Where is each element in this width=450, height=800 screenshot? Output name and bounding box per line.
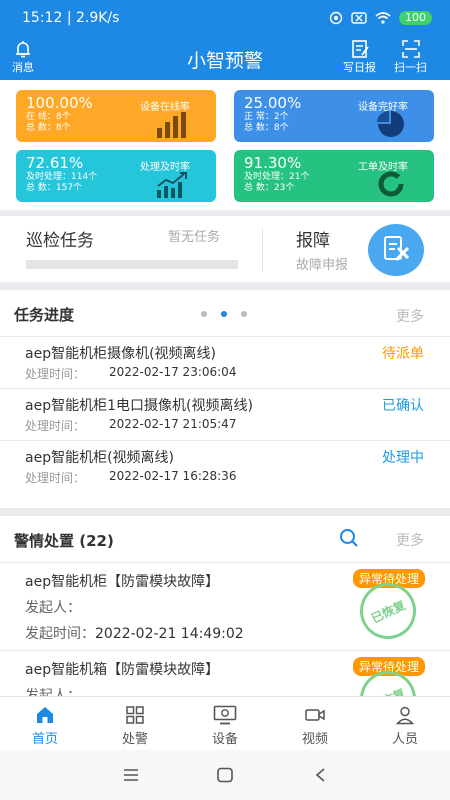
trend-chart-icon (157, 172, 187, 198)
carousel-dot[interactable] (241, 311, 247, 317)
stat-caption: 处理及时率 (140, 162, 190, 173)
inspection-progress-bar (26, 260, 238, 269)
alarm-initiator: 发起人： (25, 688, 81, 696)
stat-caption: 设备在线率 (140, 102, 190, 113)
status-speed: 2.9K/s (75, 10, 120, 26)
scan-label: 扫一扫 (394, 61, 427, 74)
stat-card-workorder[interactable]: 91.30% 工单及时率 及时处理：21个 总 数：23个 (234, 150, 434, 202)
task-row[interactable]: aep智能机柜(视频离线) 处理时间： 2022-02-17 16:28:36 … (0, 440, 450, 492)
donut-chart-icon (378, 171, 404, 197)
task-time-label: 处理时间： (25, 419, 86, 433)
alarm-time-label: 发起时间： (25, 626, 95, 642)
alarm-name: aep智能机箱【防雷模块故障】 (25, 662, 220, 678)
section-title: 警情处置 (22) (14, 532, 114, 550)
task-time: 2022-02-17 23:06:04 (109, 365, 237, 379)
task-row[interactable]: aep智能机柜1电口摄像机(视频离线) 处理时间： 2022-02-17 21:… (0, 388, 450, 440)
app-header: 消息 小智预警 写日报 扫一扫 (0, 36, 450, 80)
more-link[interactable]: 更多 (396, 306, 424, 326)
grid-icon (126, 706, 144, 724)
daily-report-label: 写日报 (343, 61, 376, 74)
sim-off-icon (351, 12, 367, 24)
page-title: 小智预警 (186, 50, 263, 72)
alarm-section: 警情处置 (22) 更多 aep智能机柜【防雷模块故障】 发起人： 发起时间：2… (0, 516, 450, 696)
carousel-dot[interactable] (201, 311, 207, 317)
hotspot-icon (329, 11, 343, 25)
tab-alarm[interactable]: 处警 (90, 697, 180, 750)
stat-card-online[interactable]: 100.00% 设备在线率 在 线：8个 总 数：8个 (16, 90, 216, 142)
task-time-label: 处理时间： (25, 367, 86, 381)
stats-panel: 100.00% 设备在线率 在 线：8个 总 数：8个 25.00% 设备完好率… (0, 80, 450, 210)
task-time-label: 处理时间： (25, 471, 86, 485)
alarm-item[interactable]: aep智能机柜【防雷模块故障】 发起人： 发起时间：2022-02-21 14:… (0, 562, 450, 650)
tab-label: 人员 (391, 732, 418, 747)
monitor-icon (213, 705, 237, 725)
tab-personnel[interactable]: 人员 (360, 697, 450, 750)
person-icon (395, 706, 415, 725)
report-title: 报障 (296, 231, 330, 251)
bottom-tab-bar: 首页 处警 设备 视频 人员 (0, 696, 450, 750)
menu-icon[interactable] (122, 767, 140, 783)
task-status: 待派单 (382, 346, 424, 362)
status-bar: 15:12 | 2.9K/s 100 (0, 0, 450, 36)
search-icon[interactable] (338, 527, 360, 549)
bar-chart-icon (157, 112, 186, 138)
task-name: aep智能机柜(视频离线) (25, 450, 175, 466)
scan-icon (401, 40, 420, 58)
scan-button[interactable]: 扫一扫 (394, 38, 427, 74)
tab-label: 视频 (301, 732, 328, 747)
report-button[interactable] (368, 224, 424, 276)
task-time: 2022-02-17 21:05:47 (109, 417, 237, 431)
alarm-name: aep智能机柜【防雷模块故障】 (25, 574, 220, 590)
back-icon[interactable] (312, 767, 330, 783)
pie-chart-icon (377, 110, 404, 137)
alarm-time: 2022-02-21 14:49:02 (95, 626, 244, 642)
task-time: 2022-02-17 16:28:36 (109, 469, 237, 483)
quick-entry-panel: 巡检任务 暂无任务 报障 故障申报 (0, 216, 450, 282)
stat-card-health[interactable]: 25.00% 设备完好率 正 常：2个 总 数：8个 (234, 90, 434, 142)
report-subtitle: 故障申报 (296, 258, 349, 273)
section-title: 任务进度 (14, 306, 75, 324)
status-time: 15:12 (22, 10, 63, 26)
tab-label: 设备 (211, 732, 238, 747)
wifi-icon (375, 12, 391, 24)
task-progress-section: 任务进度 更多 aep智能机柜摄像机(视频离线) 处理时间： 2022-02-1… (0, 290, 450, 508)
tab-video[interactable]: 视频 (270, 697, 360, 750)
alarm-initiator: 发起人： (25, 600, 81, 616)
home-nav-icon[interactable] (216, 767, 234, 783)
alarm-item[interactable]: aep智能机箱【防雷模块故障】 发起人： 异常待处理 已恢复 (0, 650, 450, 696)
camera-icon (305, 709, 325, 721)
task-row[interactable]: aep智能机柜摄像机(视频离线) 处理时间： 2022-02-17 23:06:… (0, 336, 450, 388)
task-status: 已确认 (382, 398, 424, 414)
battery-indicator: 100 (399, 11, 432, 25)
edit-report-icon (351, 40, 369, 58)
carousel-dot-active[interactable] (221, 311, 227, 317)
daily-report-button[interactable]: 写日报 (343, 38, 376, 74)
system-nav-bar (0, 750, 450, 800)
report-tools-icon (384, 236, 410, 262)
tab-label: 首页 (31, 732, 58, 747)
tab-home[interactable]: 首页 (0, 697, 90, 750)
task-name: aep智能机柜摄像机(视频离线) (25, 346, 217, 362)
more-link[interactable]: 更多 (396, 530, 424, 550)
tab-devices[interactable]: 设备 (180, 697, 270, 750)
inspection-title: 巡检任务 (26, 231, 94, 251)
stat-card-processing[interactable]: 72.61% 处理及时率 及时处理：114个 总 数：157个 (16, 150, 216, 202)
home-icon (37, 707, 53, 723)
inspection-subtitle: 暂无任务 (168, 230, 221, 245)
tab-label: 处警 (121, 732, 148, 747)
task-status: 处理中 (382, 450, 424, 466)
task-name: aep智能机柜1电口摄像机(视频离线) (25, 398, 253, 414)
